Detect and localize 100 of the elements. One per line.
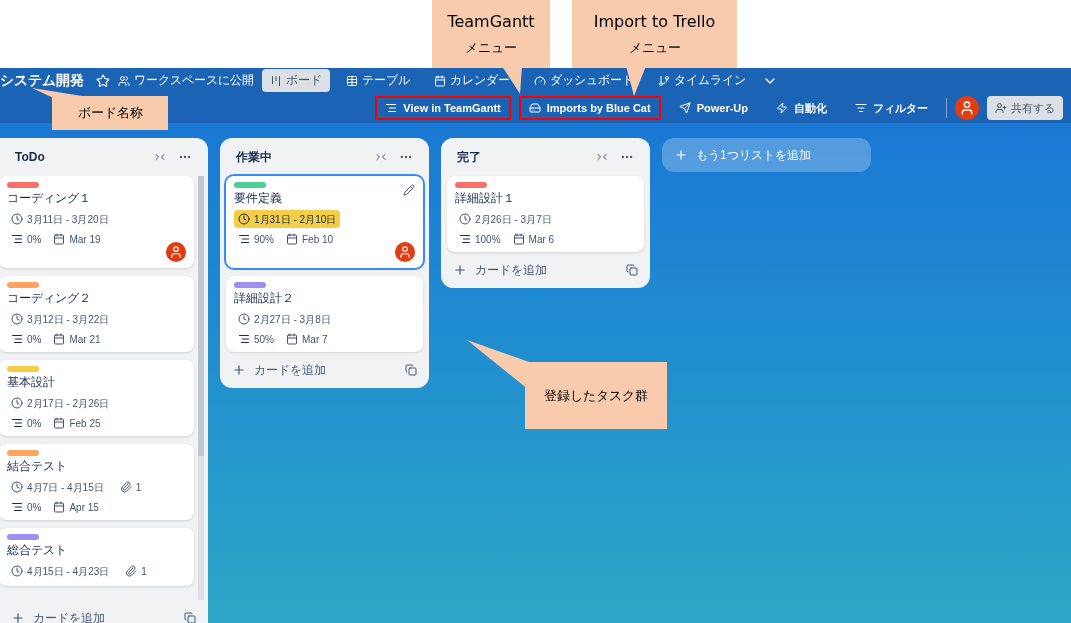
- view-tab[interactable]: タイムライン: [650, 69, 754, 92]
- due-date: Mar 21: [53, 331, 101, 347]
- plus-icon: [674, 148, 688, 162]
- scrollbar[interactable]: [198, 176, 204, 600]
- date-range: 2月27日 - 3月8日: [234, 310, 335, 328]
- task-card[interactable]: 総合テスト 4月15日 - 4月23日 1: [0, 528, 194, 586]
- callout-text: TeamGantt: [447, 11, 535, 34]
- task-card[interactable]: コーディング１ 3月11日 - 3月20日 0% Mar 19: [0, 176, 194, 268]
- date-range: 3月12日 - 3月22日: [7, 310, 114, 328]
- toolbar-button[interactable]: 自動化: [766, 96, 837, 120]
- clock-icon: [11, 565, 23, 577]
- task-card[interactable]: 要件定義 1月31日 - 2月10日 90% Feb 10: [226, 176, 423, 268]
- card-title: 基本設計: [7, 374, 56, 390]
- due-date: Mar 19: [53, 231, 101, 247]
- people-icon: [118, 74, 130, 87]
- paperclip-icon: [125, 565, 138, 577]
- visibility-button[interactable]: ワークスペースに公開: [118, 71, 254, 90]
- attachment-count: 1: [125, 563, 147, 579]
- toolbar-button[interactable]: Power-Up: [668, 96, 758, 120]
- filter-icon: [855, 102, 867, 114]
- view-tab[interactable]: ボード: [262, 69, 330, 92]
- calendar-icon: [53, 333, 66, 345]
- date-range: 3月11日 - 3月20日: [7, 210, 113, 228]
- card-title: 詳細設計２: [234, 290, 295, 306]
- board-icon: [270, 74, 282, 87]
- toolbar-button[interactable]: View in TeamGantt: [375, 96, 511, 120]
- pencil-icon[interactable]: [403, 184, 415, 196]
- user-avatar[interactable]: [955, 96, 979, 120]
- board-title[interactable]: システム開発: [0, 70, 84, 91]
- due-date: Feb 25: [53, 415, 101, 431]
- view-tab[interactable]: テーブル: [338, 69, 418, 92]
- gauge-icon: [534, 74, 546, 87]
- star-icon[interactable]: [96, 73, 110, 88]
- task-card[interactable]: 詳細設計２ 2月27日 - 3月8日 50% Mar 7: [226, 276, 423, 352]
- progress-text: 0%: [11, 415, 42, 431]
- person-icon: [398, 245, 412, 259]
- list-title[interactable]: 完了: [457, 148, 481, 166]
- due-date: Apr 15: [53, 499, 99, 515]
- clock-icon: [11, 313, 23, 325]
- callout-text: Import to Trello: [593, 11, 716, 34]
- progress-text: 50%: [238, 331, 274, 347]
- plus-icon: [453, 263, 467, 277]
- member-avatar[interactable]: [166, 242, 186, 262]
- clock-icon: [11, 397, 23, 409]
- paperclip-icon: [119, 481, 132, 493]
- progress-text: 0%: [11, 231, 42, 247]
- card-title: 総合テスト: [7, 542, 68, 558]
- clock-icon: [238, 313, 250, 325]
- collapse-icon[interactable]: [375, 151, 387, 163]
- toolbar-button[interactable]: フィルター: [845, 96, 938, 120]
- share-button[interactable]: 共有する: [987, 96, 1063, 120]
- date-range: 4月7日 - 4月15日: [7, 478, 108, 496]
- bolt-icon: [776, 102, 788, 114]
- clock-icon: [11, 213, 23, 225]
- progress-text: 90%: [238, 231, 274, 247]
- clock-icon: [459, 213, 471, 225]
- add-card-button[interactable]: カードを追加: [232, 361, 326, 379]
- calendar-icon: [286, 333, 298, 345]
- attachment-count: 1: [119, 479, 142, 495]
- person-icon: [169, 245, 183, 259]
- plus-icon: [232, 363, 246, 377]
- calendar-icon: [53, 233, 66, 245]
- date-range: 4月15日 - 4月23日: [7, 562, 114, 580]
- plus-icon: [11, 611, 25, 623]
- due-date: Feb 10: [286, 231, 334, 247]
- card-title: コーディング１: [7, 190, 92, 206]
- card-title: 要件定義: [234, 190, 283, 206]
- task-card[interactable]: 詳細設計１ 2月26日 - 3月7日 100% Mar 6: [447, 176, 644, 252]
- task-card[interactable]: 結合テスト 4月7日 - 4月15日 1 0% Apr 15: [0, 444, 194, 520]
- callout-text: メニュー: [628, 39, 681, 58]
- progress-text: 100%: [459, 231, 501, 247]
- collapse-icon[interactable]: [596, 151, 608, 163]
- card-title: コーディング２: [7, 290, 92, 306]
- clock-icon: [11, 481, 23, 493]
- toolbar-button[interactable]: Imports by Blue Cat: [518, 96, 661, 120]
- list-title[interactable]: 作業中: [236, 148, 272, 166]
- progress-text: 0%: [11, 331, 42, 347]
- send-icon: [678, 102, 691, 114]
- callout-text: 登録したタスク群: [544, 386, 648, 405]
- list-title[interactable]: ToDo: [15, 148, 45, 166]
- clock-icon: [238, 213, 250, 225]
- date-range: 1月31日 - 2月10日: [234, 210, 341, 228]
- person-icon: [959, 100, 975, 116]
- add-person-icon: [995, 102, 1007, 114]
- collapse-icon[interactable]: [154, 151, 166, 163]
- card-title: 詳細設計１: [455, 190, 516, 206]
- callout-text: ボード名称: [77, 104, 143, 123]
- table-icon: [346, 74, 358, 87]
- date-range: 2月17日 - 2月26日: [7, 394, 114, 412]
- date-range: 2月26日 - 3月7日: [455, 210, 556, 228]
- progress-text: 0%: [11, 499, 42, 515]
- calendar-icon: [53, 417, 66, 429]
- calendar-icon: [512, 233, 525, 245]
- member-avatar[interactable]: [395, 242, 415, 262]
- task-card[interactable]: コーディング２ 3月12日 - 3月22日 0% Mar 21: [0, 276, 194, 352]
- timeline-icon: [658, 74, 670, 87]
- task-card[interactable]: 基本設計 2月17日 - 2月26日 0% Feb 25: [0, 360, 194, 436]
- drive-icon: [528, 102, 541, 114]
- add-card-button[interactable]: カードを追加: [453, 261, 547, 279]
- callout-text: メニュー: [465, 39, 517, 58]
